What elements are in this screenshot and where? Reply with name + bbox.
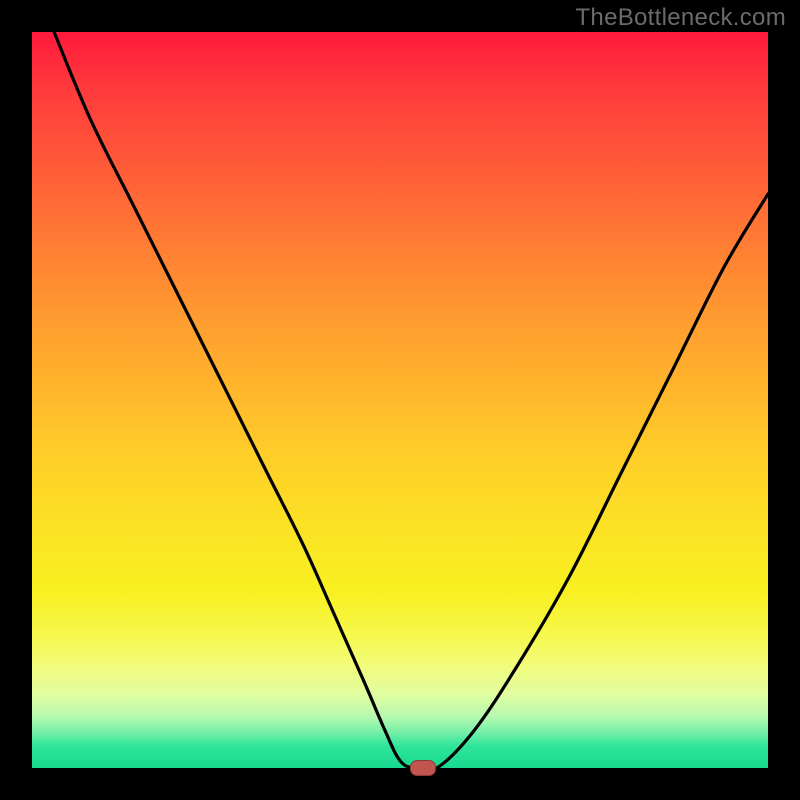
watermark-text: TheBottleneck.com <box>575 4 786 32</box>
chart-frame: TheBottleneck.com <box>0 0 800 800</box>
plot-area <box>32 32 768 768</box>
curve-svg <box>32 32 768 768</box>
bottleneck-curve <box>54 32 768 768</box>
optimum-marker <box>410 760 436 776</box>
